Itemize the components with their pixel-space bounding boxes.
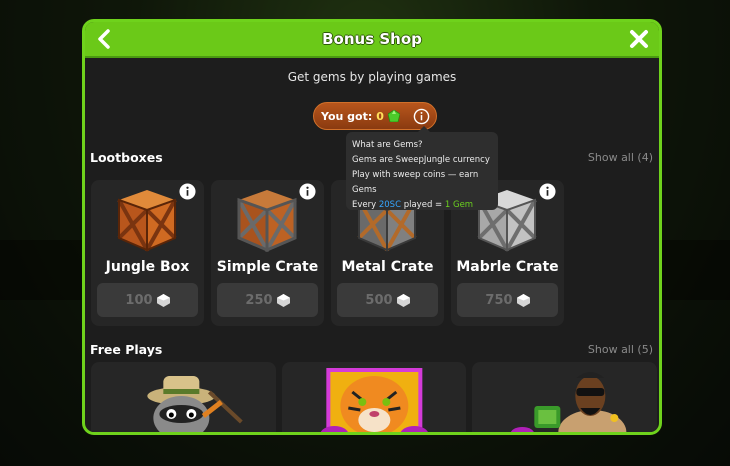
lootbox-name: Mabrle Crate [456,259,559,275]
info-icon[interactable] [179,183,196,200]
rapper-character-icon [511,372,627,432]
gem-white-icon [276,293,290,307]
tooltip-gem: 1 Gem [444,200,474,210]
lootbox-price: 250 [245,292,273,308]
info-icon[interactable] [299,183,316,200]
lootbox-name: Jungle Box [105,259,190,275]
subtitle: Get gems by playing games [287,70,457,84]
tooltip-text: played = [401,200,445,210]
info-icon[interactable] [539,183,556,200]
lootbox-name: Simple Crate [216,259,319,275]
gems-tooltip: What are Gems? Gems are SweepJungle curr… [346,126,498,213]
tooltip-line: Gems are SweepJungle currency [352,155,490,165]
gem-white-icon [156,293,170,307]
modal-title: Bonus Shop [322,30,422,48]
simple-crate-icon [237,190,297,252]
wooden-crate-icon [117,190,177,252]
lootboxes-show-all[interactable]: Show all (4) [588,151,653,164]
gem-white-icon [516,293,530,307]
lootbox-price-button[interactable]: 250 [217,283,318,317]
gem-white-icon [396,293,410,307]
free-play-card[interactable] [91,362,276,432]
lootbox-price-button[interactable]: 750 [457,283,558,317]
lootbox-name: Metal Crate [341,259,434,275]
tooltip-line: Play with sweep coins — earn Gems [352,170,479,195]
tiger-icon [320,368,428,432]
gem-balance-label: You got: [321,109,373,123]
free-play-card[interactable] [281,362,467,432]
lootbox-card[interactable]: Jungle Box 100 [91,180,204,326]
lootbox-card[interactable]: Simple Crate 250 [211,180,324,326]
tooltip-line: What are Gems? [352,140,423,150]
tooltip-sc: 20SC [378,200,402,210]
lootbox-price-button[interactable]: 500 [337,283,438,317]
free-play-card[interactable] [472,362,658,432]
gem-balance-value: 0 [376,109,384,123]
modal-header: Bonus Shop [85,22,659,58]
free-plays-header: Free Plays Show all (5) [90,342,653,357]
back-arrow-icon[interactable] [93,27,117,51]
lootbox-price-button[interactable]: 100 [97,283,198,317]
lootbox-price: 750 [485,292,513,308]
free-plays-title: Free Plays [90,342,163,357]
close-icon[interactable] [627,27,651,51]
tooltip-line: Every 20SC played = 1 Gem [352,198,492,213]
lootbox-price: 100 [125,292,153,308]
free-plays-show-all[interactable]: Show all (5) [588,343,653,356]
info-icon[interactable] [413,108,430,125]
lootbox-price: 500 [365,292,393,308]
gem-icon [387,110,400,122]
free-plays-list [91,362,658,432]
tooltip-text: Every [352,200,379,210]
bonus-shop-modal: Bonus Shop Get gems by playing games You… [82,19,662,435]
raccoon-explorer-icon [147,376,243,432]
lootboxes-title: Lootboxes [90,150,163,165]
